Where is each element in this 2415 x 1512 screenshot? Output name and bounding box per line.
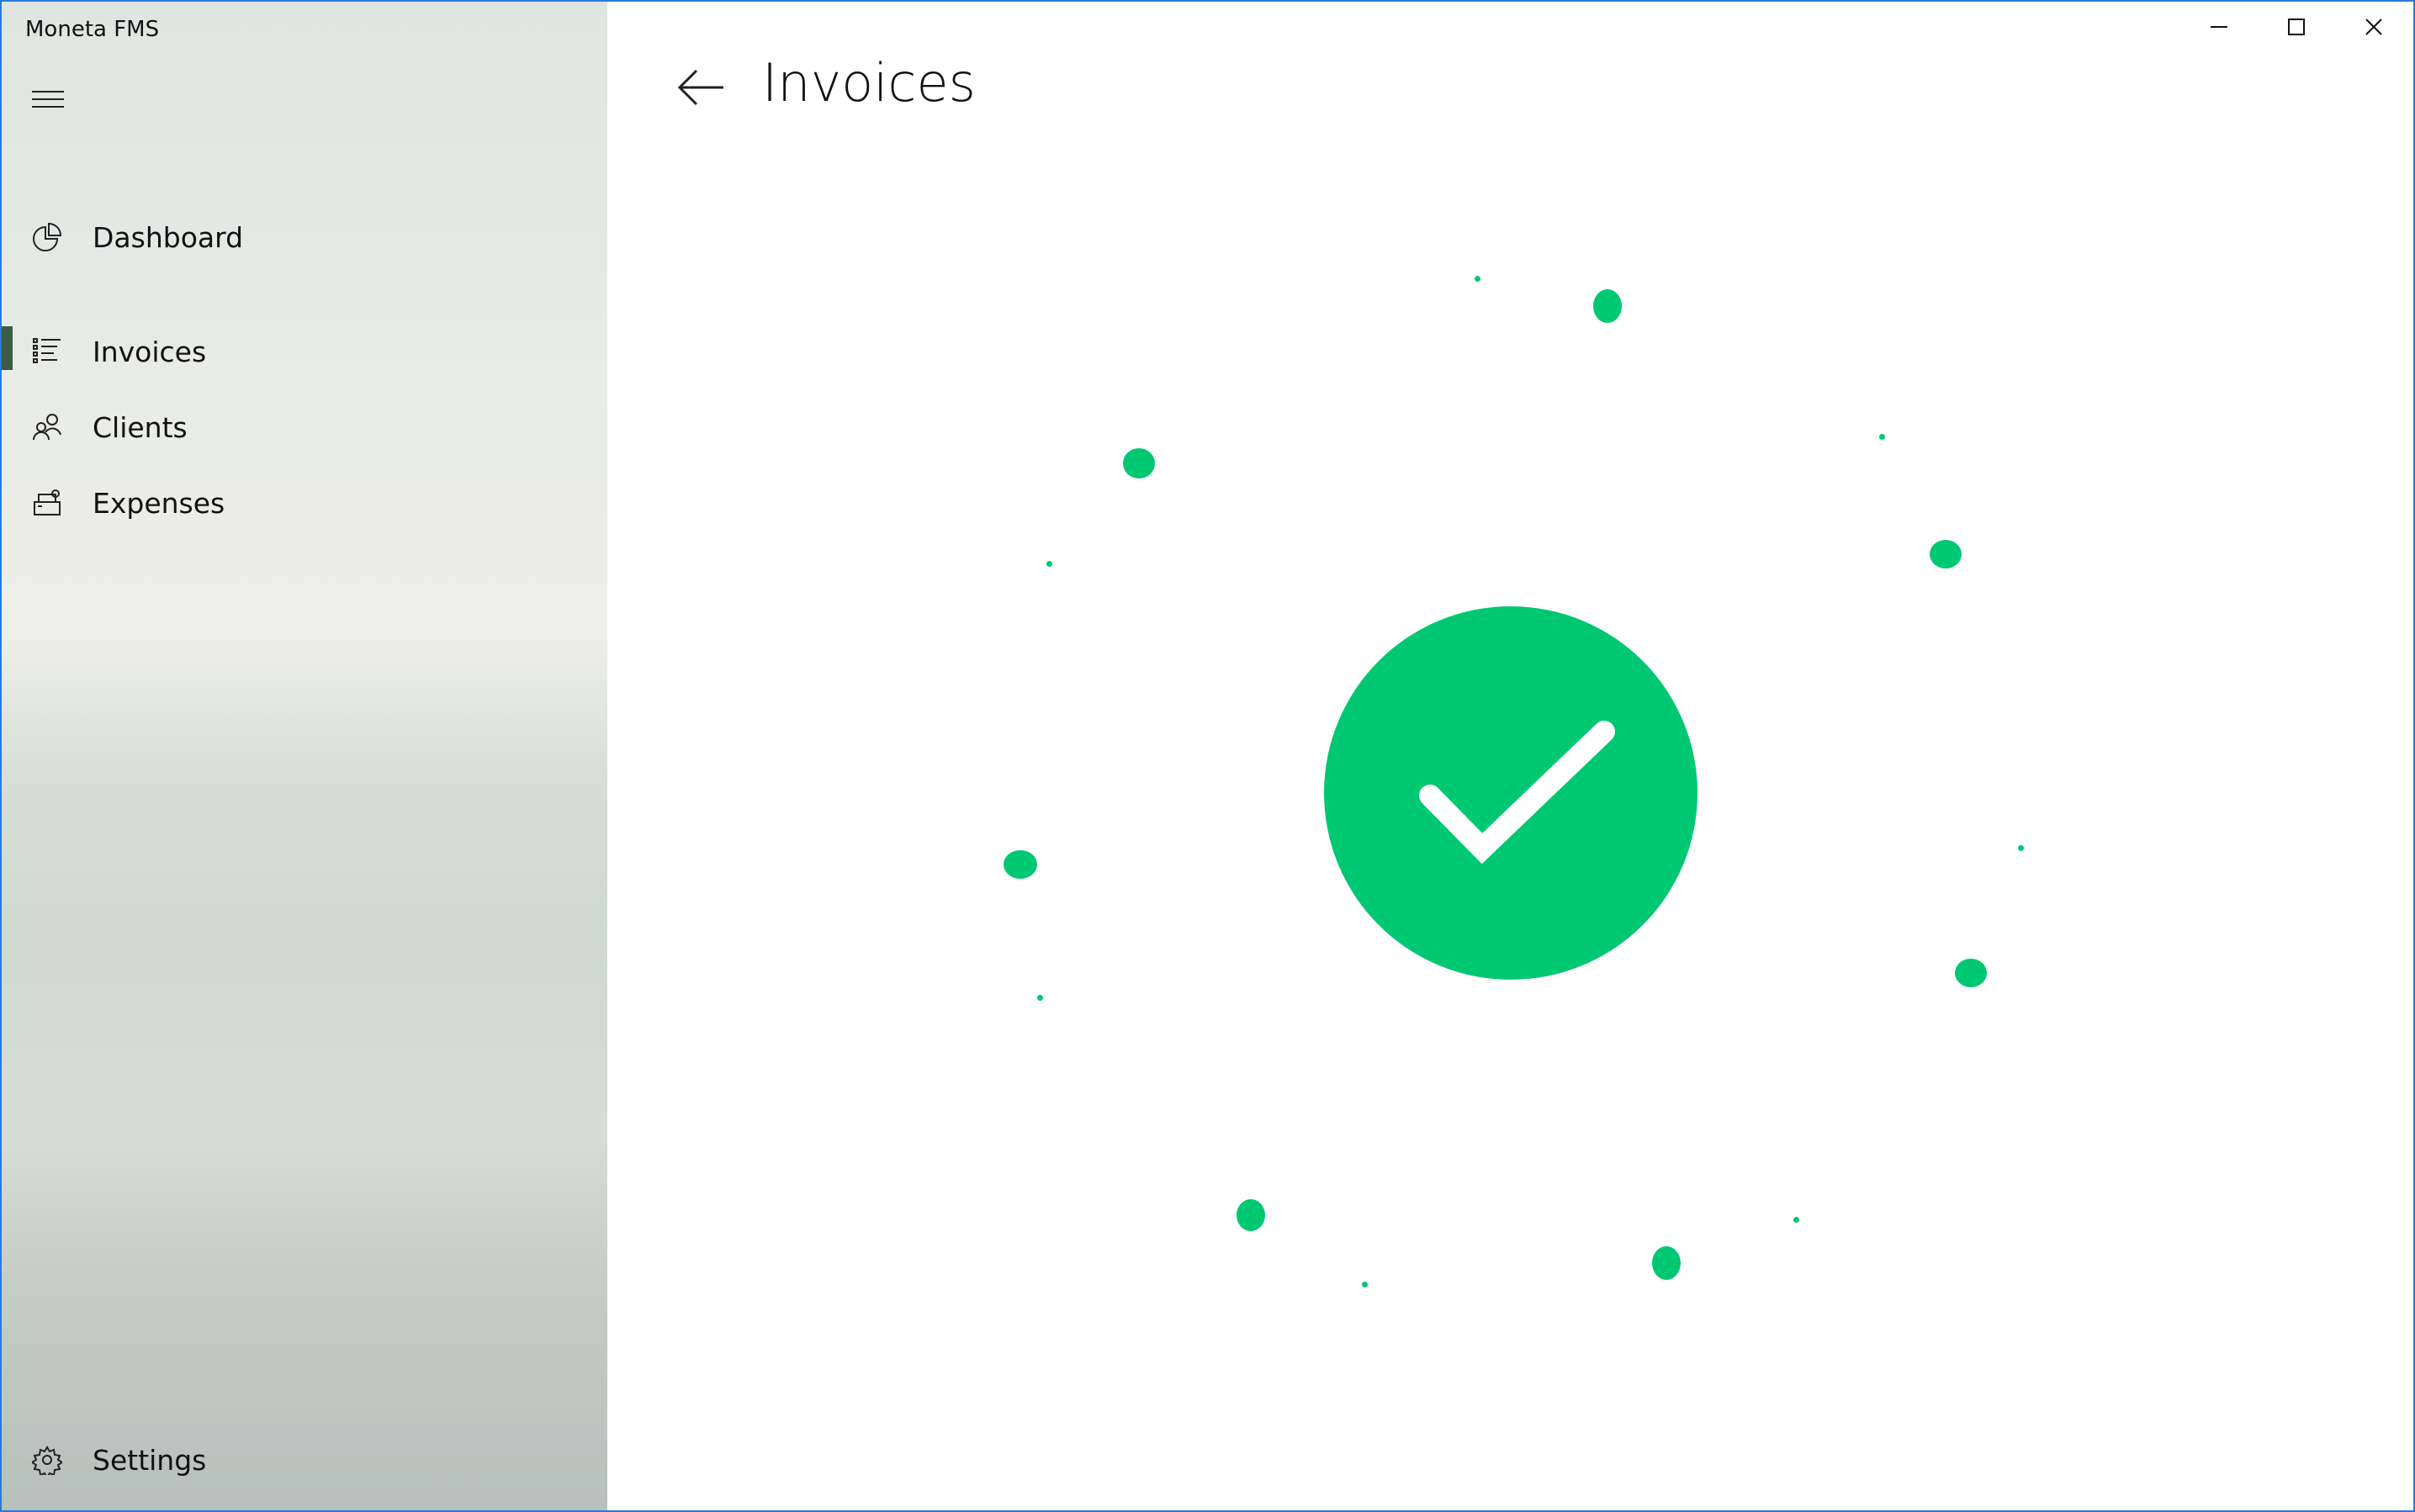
bulleted-list-icon <box>33 338 61 363</box>
maximize-button[interactable] <box>2263 8 2330 45</box>
hamburger-icon[interactable] <box>32 91 64 109</box>
confetti-dot <box>1237 1199 1265 1231</box>
confetti-dot <box>1652 1246 1681 1280</box>
confetti-dot <box>1475 276 1480 282</box>
confetti-dot <box>1046 561 1052 567</box>
sidebar-item-label: Settings <box>93 1443 207 1477</box>
sidebar-item-dashboard[interactable]: Dashboard <box>0 204 607 271</box>
sidebar-item-label: Invoices <box>93 335 207 368</box>
pie-chart-icon <box>33 222 62 251</box>
confetti-dot <box>1362 1282 1368 1287</box>
sidebar-item-label: Expenses <box>93 486 225 520</box>
confetti-dot <box>2018 845 2024 851</box>
app-title: Moneta FMS <box>25 17 160 42</box>
minimize-icon <box>2211 26 2227 28</box>
close-icon <box>2365 19 2382 35</box>
people-icon <box>33 414 61 441</box>
minimize-button[interactable] <box>2185 8 2253 45</box>
sidebar-item-invoices[interactable]: Invoices <box>0 318 607 385</box>
page-title: Invoices <box>762 52 976 114</box>
confetti-dot <box>1879 434 1885 440</box>
gear-icon <box>32 1446 62 1475</box>
navigation-pane: Moneta FMS Dashboard Invoices Clients Ex… <box>0 0 607 1512</box>
sidebar-item-label: Dashboard <box>93 220 244 254</box>
confetti-dot <box>1037 995 1043 1001</box>
cash-register-icon <box>34 489 61 515</box>
confetti-dot <box>1593 289 1622 323</box>
sidebar-item-label: Clients <box>93 410 188 444</box>
maximize-icon <box>2288 19 2305 35</box>
back-arrow-icon[interactable] <box>673 61 727 114</box>
sidebar-item-settings[interactable]: Settings <box>0 1426 607 1493</box>
close-button[interactable] <box>2340 8 2407 45</box>
success-checkmark-icon <box>1324 606 1697 980</box>
sidebar-item-clients[interactable]: Clients <box>0 394 607 461</box>
confetti-dot <box>1004 850 1037 879</box>
sidebar-item-expenses[interactable]: Expenses <box>0 469 607 537</box>
confetti-dot <box>1955 959 1987 987</box>
confetti-dot <box>1123 448 1155 478</box>
confetti-dot <box>1930 540 1962 568</box>
confetti-dot <box>1793 1217 1799 1223</box>
